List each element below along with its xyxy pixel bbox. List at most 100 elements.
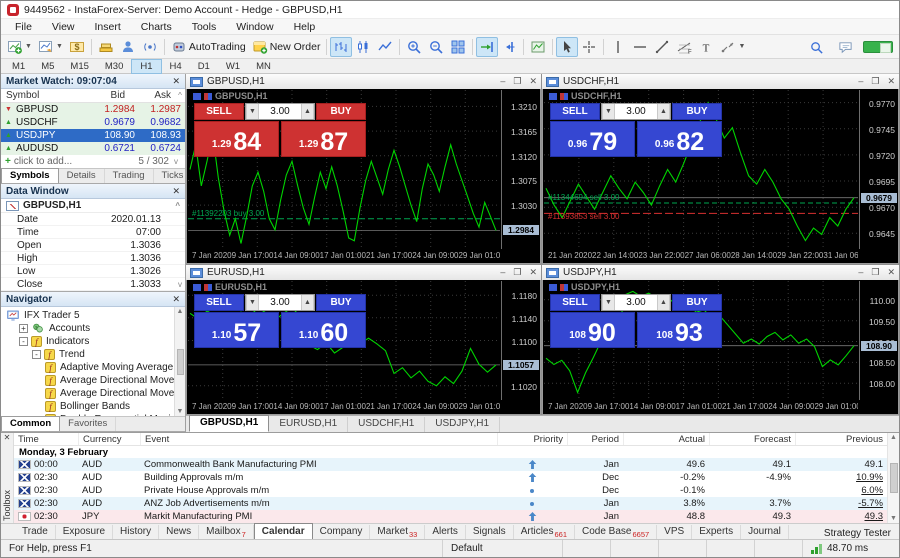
buy-button[interactable]: BUY xyxy=(672,103,722,120)
sell-price-box[interactable]: 108 90 xyxy=(550,312,635,348)
new-chart-button[interactable]: ▼ xyxy=(4,37,35,57)
sell-button[interactable]: SELL xyxy=(550,294,600,311)
minimize-icon[interactable]: – xyxy=(500,267,505,278)
close-icon[interactable]: ✕ xyxy=(887,76,895,87)
menu-item-help[interactable]: Help xyxy=(284,21,326,33)
menu-item-window[interactable]: Window xyxy=(226,21,283,33)
volume-decrease-icon[interactable]: ▼ xyxy=(602,104,615,119)
collapse-icon[interactable]: - xyxy=(32,350,41,359)
autotrading-button[interactable]: AutoTrading xyxy=(168,37,249,57)
chart-tab-usdchf-h1[interactable]: USDCHF,H1 xyxy=(348,417,426,432)
fibonacci-button[interactable]: F xyxy=(673,37,695,57)
tree-item-double-exponential-moving-av[interactable]: f Double Exponential Moving Av xyxy=(1,413,185,416)
volume-value[interactable]: 3.00 xyxy=(259,104,301,119)
market-watch-tab-details[interactable]: Details xyxy=(59,169,105,183)
chart-plot[interactable]: EURUSD,H1 SELL ▼ 3.00 ▲ BUY 1.10 57 1.10 60 xyxy=(188,281,500,400)
volume-value[interactable]: 3.00 xyxy=(615,295,657,310)
buy-price-box[interactable]: 1.29 87 xyxy=(281,121,366,157)
timeframe-w1[interactable]: W1 xyxy=(218,59,248,74)
close-icon[interactable]: ✕ xyxy=(172,294,180,305)
timeframe-mn[interactable]: MN xyxy=(248,59,279,74)
toolbox-tab-company[interactable]: Company xyxy=(313,525,371,539)
column-header-bid[interactable]: Bid xyxy=(73,90,125,101)
chart-body[interactable]: USDJPY,H1 SELL ▼ 3.00 ▲ BUY 108 90 108 93 110.00 10… xyxy=(542,280,899,415)
sell-button[interactable]: SELL xyxy=(194,294,244,311)
chart-plot[interactable]: GBPUSD,H1 SELL ▼ 3.00 ▲ BUY 1.29 84 1.29 87 #11392… xyxy=(188,90,500,249)
market-watch-tab-symbols[interactable]: Symbols xyxy=(1,168,59,183)
market-watch-tab-ticks[interactable]: Ticks xyxy=(154,169,185,183)
tree-item-average-directional-movement[interactable]: f Average Directional Movement xyxy=(1,374,185,387)
scroll-down-icon[interactable]: ▼ xyxy=(890,515,897,522)
scroll-down-icon[interactable]: v xyxy=(175,280,185,289)
calendar-column-previous[interactable]: Previous xyxy=(795,433,887,445)
scroll-up-icon[interactable]: ▲ xyxy=(890,434,897,441)
market-watch-row-usdchf[interactable]: ▲ USDCHF 0.9679 0.9682 xyxy=(1,116,185,130)
chart-tab-usdjpy-h1[interactable]: USDJPY,H1 xyxy=(425,417,501,432)
toolbox-tab-vps[interactable]: VPS xyxy=(657,525,693,539)
status-profile[interactable]: Default xyxy=(443,540,563,557)
calendar-row[interactable]: 02:30 AUD Private House Approvals m/m Dec -0… xyxy=(14,484,887,497)
status-latency[interactable]: 48.70 ms xyxy=(803,540,899,557)
column-header-symbol[interactable]: Symbol xyxy=(1,90,73,101)
volume-increase-icon[interactable]: ▲ xyxy=(301,104,314,119)
horizontal-line-button[interactable] xyxy=(629,37,651,57)
minimize-icon[interactable]: – xyxy=(500,76,505,87)
menu-item-charts[interactable]: Charts xyxy=(131,21,182,33)
toolbox-tab-experts[interactable]: Experts xyxy=(692,525,742,539)
scroll-up-icon[interactable]: ^ xyxy=(175,201,180,210)
timeframe-m5[interactable]: M5 xyxy=(33,59,62,74)
cursor-button[interactable] xyxy=(556,36,579,57)
volume-decrease-icon[interactable]: ▼ xyxy=(246,295,259,310)
chart-body[interactable]: GBPUSD,H1 SELL ▼ 3.00 ▲ BUY 1.29 84 1.29 87 #11392… xyxy=(186,89,541,264)
maximize-icon[interactable]: ❒ xyxy=(871,76,879,87)
toolbox-tab-mailbox[interactable]: Mailbox7 xyxy=(199,525,254,539)
calendar-row[interactable]: 02:30 JPY Markit Manufacturing PMI Jan 48.8 4… xyxy=(14,510,887,523)
strategy-tester-label[interactable]: Strategy Tester xyxy=(824,528,899,539)
calendar-column-forecast[interactable]: Forecast xyxy=(709,433,795,445)
toolbox-tab-journal[interactable]: Journal xyxy=(741,525,789,539)
market-watch-add-row[interactable]: + click to add... 5 / 302 v xyxy=(1,155,185,168)
chart-line-button[interactable] xyxy=(374,37,396,57)
timeframe-d1[interactable]: D1 xyxy=(190,59,218,74)
volume-value[interactable]: 3.00 xyxy=(615,104,657,119)
menu-item-file[interactable]: File xyxy=(5,21,42,33)
new-order-button[interactable]: New Order xyxy=(249,37,324,57)
trend-line-button[interactable] xyxy=(651,37,673,57)
signals-broadcast-button[interactable] xyxy=(139,37,161,57)
chart-candles-button[interactable] xyxy=(352,37,374,57)
chart-window-titlebar[interactable]: GBPUSD,H1 – ❒ ✕ xyxy=(186,74,541,89)
volume-value[interactable]: 3.00 xyxy=(259,295,301,310)
volume-control[interactable]: ▼ 3.00 ▲ xyxy=(601,294,671,311)
calendar-column-priority[interactable]: Priority xyxy=(497,433,567,445)
volume-control[interactable]: ▼ 3.00 ▲ xyxy=(245,103,315,120)
navigator-toggle-button[interactable] xyxy=(117,37,139,57)
scroll-up-icon[interactable]: ^ xyxy=(175,91,185,100)
buy-price-box[interactable]: 0.96 82 xyxy=(637,121,722,157)
calendar-column-period[interactable]: Period xyxy=(567,433,623,445)
indicators-dialog-button[interactable] xyxy=(527,37,549,57)
close-icon[interactable]: ✕ xyxy=(172,76,180,87)
chat-button[interactable] xyxy=(834,37,856,57)
tree-item-trend[interactable]: - f Trend xyxy=(1,348,185,361)
tree-item-indicators[interactable]: - f Indicators xyxy=(1,335,185,348)
timeframe-m1[interactable]: M1 xyxy=(4,59,33,74)
volume-increase-icon[interactable]: ▲ xyxy=(657,104,670,119)
minimize-icon[interactable]: – xyxy=(858,76,863,87)
market-watch-toggle-button[interactable]: $ xyxy=(66,37,88,57)
calendar-row[interactable]: 02:30 AUD ANZ Job Advertisements m/m Jan 3.8… xyxy=(14,497,887,510)
chart-body[interactable]: EURUSD,H1 SELL ▼ 3.00 ▲ BUY 1.10 57 1.10 60 1.1180… xyxy=(186,280,541,415)
volume-control[interactable]: ▼ 3.00 ▲ xyxy=(245,294,315,311)
buy-price-box[interactable]: 1.10 60 xyxy=(281,312,366,348)
tile-windows-button[interactable] xyxy=(447,37,469,57)
toolbox-tab-code-base[interactable]: Code Base6657 xyxy=(575,525,658,539)
market-watch-row-audusd[interactable]: ▲ AUDUSD 0.6721 0.6724 xyxy=(1,142,185,156)
sell-price-box[interactable]: 0.96 79 xyxy=(550,121,635,157)
tree-item-adaptive-moving-average[interactable]: f Adaptive Moving Average xyxy=(1,361,185,374)
calendar-row[interactable]: 02:30 AUD Building Approvals m/m Dec -0.2% -4… xyxy=(14,471,887,484)
navigator-tab-common[interactable]: Common xyxy=(1,416,61,431)
scroll-down-icon[interactable]: ▼ xyxy=(177,408,184,415)
expand-icon[interactable]: + xyxy=(19,324,28,333)
calendar-column-actual[interactable]: Actual xyxy=(623,433,709,445)
navigator-scrollbar[interactable]: ▲ ▼ xyxy=(174,307,185,416)
volume-control[interactable]: ▼ 3.00 ▲ xyxy=(601,103,671,120)
